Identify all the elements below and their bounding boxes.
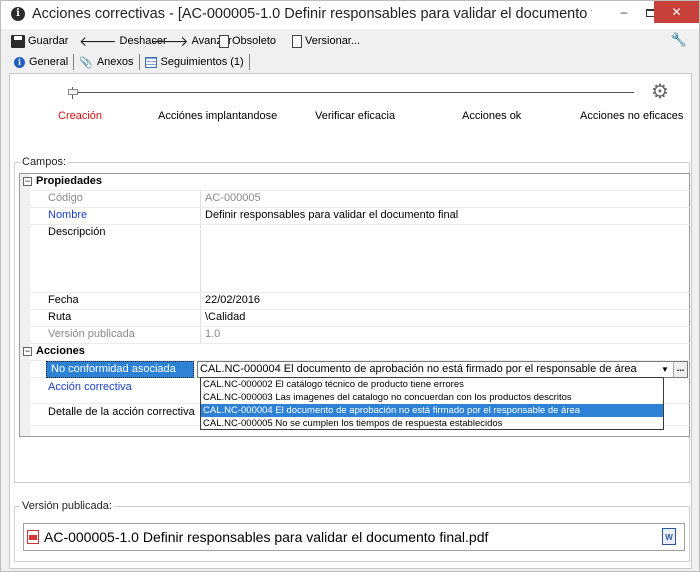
- arrow-right-icon: 🡒: [151, 33, 189, 49]
- version-value: 1.0: [205, 328, 221, 340]
- tab-general[interactable]: i General: [9, 54, 75, 70]
- row-nombre[interactable]: Nombre Definir responsables para validar…: [30, 208, 690, 225]
- grid-icon: [144, 56, 157, 68]
- category-label: Propiedades: [36, 175, 103, 187]
- collapse-icon[interactable]: −: [23, 347, 32, 356]
- info-icon: i: [11, 7, 25, 21]
- category-acciones[interactable]: − Acciones: [23, 344, 690, 361]
- file-name[interactable]: AC-000005-1.0 Definir responsables para …: [44, 529, 488, 545]
- dropdown-option-selected[interactable]: CAL.NC-000004 El documento de aprobación…: [201, 404, 663, 417]
- combo-value[interactable]: CAL.NC-000004 El documento de aprobación…: [200, 363, 658, 375]
- column-divider: [200, 191, 201, 207]
- tab-strip: i General 📎 Anexos Seguimientos (1): [9, 53, 250, 71]
- column-divider: [200, 208, 201, 224]
- category-propiedades[interactable]: − Propiedades: [23, 174, 690, 191]
- codigo-label: Código: [48, 192, 83, 204]
- app-window: i Acciones correctivas - [AC-000005-1.0 …: [0, 0, 700, 572]
- column-divider: [200, 293, 201, 309]
- row-fecha[interactable]: Fecha 22/02/2016: [30, 293, 690, 310]
- fecha-label: Fecha: [48, 294, 79, 306]
- save-icon: [11, 34, 25, 48]
- dropdown-option[interactable]: CAL.NC-000005 No se cumplen los tiempos …: [201, 417, 663, 430]
- obsolete-button[interactable]: Obsoleto: [219, 32, 276, 50]
- workflow-step-verificar: Verificar eficacia: [315, 110, 396, 122]
- detalle-label: Detalle de la acción correctiva: [48, 406, 195, 418]
- campos-group: Campos: − Propiedades Código AC-000005 N…: [14, 156, 690, 483]
- window-title: Acciones correctivas - [AC-000005-1.0 De…: [32, 6, 592, 22]
- arrow-left-icon: 🡐: [79, 33, 117, 49]
- word-icon[interactable]: W: [662, 528, 676, 545]
- column-divider: [200, 310, 201, 326]
- workflow-step-ok: Acciones ok: [462, 110, 522, 122]
- workflow-slider-handle[interactable]: [68, 89, 78, 95]
- info-icon: i: [14, 56, 25, 68]
- pdf-icon: [27, 530, 39, 544]
- collapse-icon[interactable]: −: [23, 177, 32, 186]
- ellipsis-button[interactable]: ...: [673, 362, 687, 377]
- workflow-line: [72, 92, 634, 93]
- tab-seguimientos[interactable]: Seguimientos (1): [140, 54, 250, 70]
- dropdown-option[interactable]: CAL.NC-000003 Las imagenes del catalogo …: [201, 391, 663, 404]
- row-ruta[interactable]: Ruta \Calidad: [30, 310, 690, 327]
- column-divider: [200, 327, 201, 343]
- codigo-value: AC-000005: [205, 192, 261, 204]
- nombre-label: Nombre: [48, 209, 88, 221]
- workflow-step-implantandose: Acciónes implantandose: [158, 110, 278, 122]
- ruta-label: Ruta: [48, 311, 72, 323]
- toolbar: Guardar 🡐 Deshacer 🡒 Avanzar Obsoleto Ve…: [1, 30, 699, 52]
- obsolete-label: Obsoleto: [232, 35, 277, 47]
- save-label: Guardar: [28, 35, 69, 47]
- column-divider: [200, 225, 201, 292]
- row-descripcion[interactable]: Descripción: [30, 225, 690, 293]
- minimize-button[interactable]: –: [611, 1, 637, 23]
- published-version-group: Versión publicada: AC-000005-1.0 Definir…: [14, 500, 690, 562]
- tab-label: Anexos: [96, 56, 134, 68]
- ruta-value[interactable]: \Calidad: [205, 311, 685, 323]
- no-conformidad-combo[interactable]: CAL.NC-000004 El documento de aprobación…: [197, 361, 688, 378]
- published-file[interactable]: AC-000005-1.0 Definir responsables para …: [23, 523, 685, 551]
- gear-icon[interactable]: ⚙: [651, 82, 669, 102]
- tab-label: General: [29, 56, 69, 68]
- campos-caption: Campos:: [20, 156, 69, 168]
- accion-correctiva-label: Acción correctiva: [48, 381, 132, 393]
- version-button[interactable]: Versionar...: [292, 32, 360, 50]
- nombre-value[interactable]: Definir responsables para validar el doc…: [205, 209, 685, 221]
- category-label: Acciones: [36, 345, 85, 357]
- new-document-icon: [292, 34, 302, 48]
- dropdown-option[interactable]: CAL.NC-000002 El catálogo técnico de pro…: [201, 378, 663, 391]
- version-label: Versión publicada: [48, 328, 135, 340]
- row-version-publicada[interactable]: Versión publicada 1.0: [30, 327, 690, 344]
- grid-gutter: [20, 174, 30, 436]
- document-icon: [219, 34, 229, 48]
- no-conformidad-label[interactable]: No conformidad asociada: [46, 361, 194, 378]
- fecha-value[interactable]: 22/02/2016: [205, 294, 685, 306]
- paperclip-icon: 📎: [79, 56, 93, 69]
- chevron-down-icon[interactable]: ▼: [659, 363, 671, 376]
- tab-label: Seguimientos (1): [160, 56, 244, 68]
- save-button[interactable]: Guardar: [11, 32, 68, 50]
- title-bar[interactable]: i Acciones correctivas - [AC-000005-1.0 …: [1, 1, 699, 29]
- published-caption: Versión publicada:: [20, 500, 114, 512]
- general-panel: ⚙ Creación Acciónes implantandose Verifi…: [9, 73, 692, 569]
- close-button[interactable]: ✕: [654, 1, 699, 23]
- descripcion-label: Descripción: [48, 226, 106, 238]
- workflow-step-creacion: Creación: [58, 110, 103, 122]
- wrench-icon[interactable]: 🔧: [671, 32, 687, 48]
- version-label: Versionar...: [305, 35, 361, 47]
- workflow-step-no-eficaces: Acciones no eficaces: [580, 110, 684, 122]
- no-conformidad-dropdown[interactable]: CAL.NC-000002 El catálogo técnico de pro…: [200, 377, 664, 430]
- tab-anexos[interactable]: 📎 Anexos: [74, 54, 140, 70]
- row-codigo[interactable]: Código AC-000005: [30, 191, 690, 208]
